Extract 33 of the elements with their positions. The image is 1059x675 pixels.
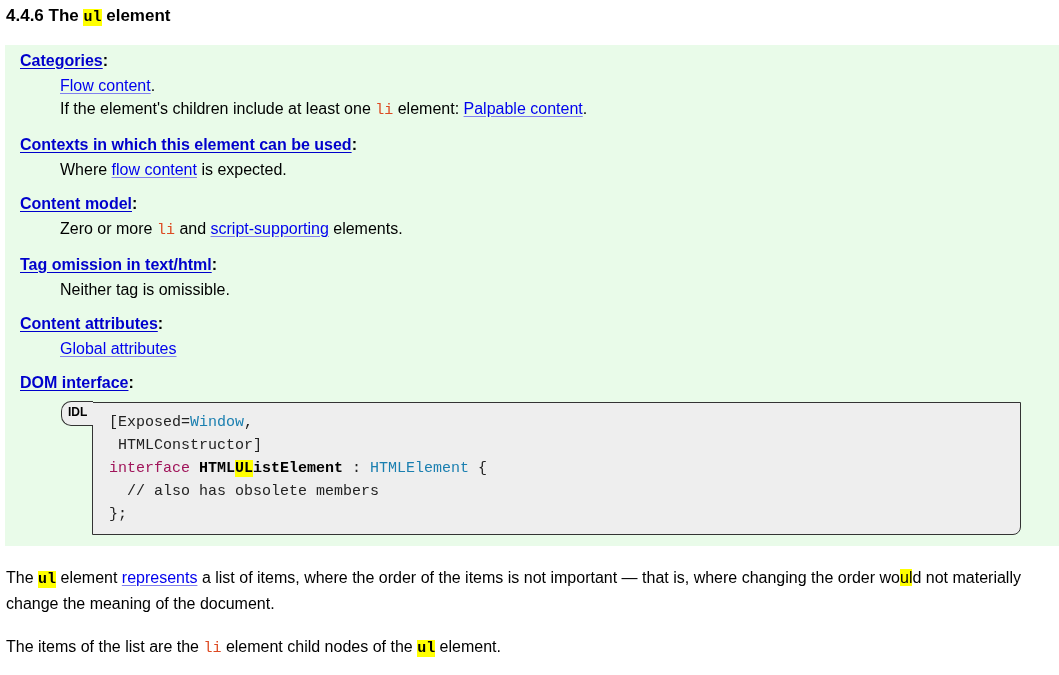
paragraph: The items of the list are the li element child nodes of the ul element.	[6, 637, 502, 659]
paragraph: The ul element represents a list of items, where the order of the items is not important — that is, where changing the order would not materially change the meaning of the document.	[6, 568, 1022, 614]
code-line: interface HTMLUListElement : HTMLElement {	[109, 459, 488, 479]
code-line: };	[109, 505, 127, 525]
definition-text: Zero or more li and script-supporting elements.	[60, 219, 404, 241]
definition-text: Flow content.	[60, 76, 157, 96]
definition-text: If the element's children include at least one li element: Palpable content.	[60, 99, 589, 121]
colon: :	[102, 51, 109, 71]
section-heading: 4.4.6 The ul element	[6, 5, 172, 28]
term-link[interactable]: Content attributes	[20, 311, 158, 337]
link[interactable]: script-supporting	[210, 220, 329, 237]
colon: :	[128, 373, 134, 393]
term-link[interactable]: Tag omission in text/html	[20, 252, 212, 278]
code-line: // also has obsolete members	[126, 482, 380, 502]
idl-label: IDL	[61, 401, 94, 426]
colon: :	[132, 194, 138, 214]
link[interactable]: flow content	[111, 161, 197, 178]
term-link[interactable]: Content model	[20, 191, 132, 217]
search-highlight: ul	[900, 569, 913, 586]
colon: :	[211, 255, 218, 275]
term-link[interactable]: DOM interface	[20, 370, 129, 396]
link[interactable]: Palpable content	[463, 100, 583, 117]
definition-text: Neither tag is omissible.	[60, 280, 231, 300]
code-line: HTMLConstructor]	[117, 436, 263, 456]
colon: :	[351, 135, 357, 155]
link[interactable]: Global attributes	[60, 340, 177, 357]
colon: :	[157, 314, 164, 334]
link[interactable]: Flow content	[60, 77, 151, 94]
link[interactable]: represents	[121, 569, 198, 586]
definition-text: Where flow content is expected.	[60, 160, 288, 180]
code-line: [Exposed=Window,	[109, 413, 254, 433]
term-link[interactable]: Categories	[20, 48, 103, 74]
term-link[interactable]: Contexts in which this element can be used	[20, 132, 352, 158]
